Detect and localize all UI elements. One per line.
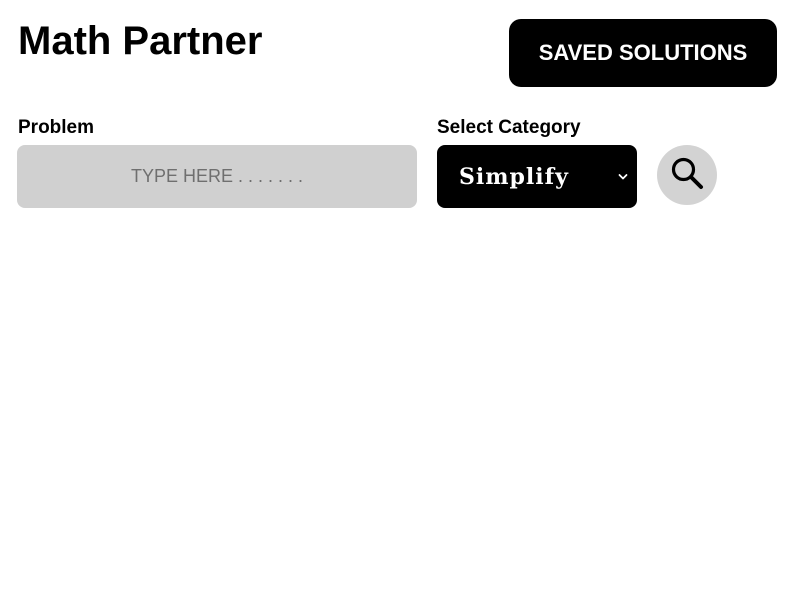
app-root: Math Partner SAVED SOLUTIONS Problem Sel… — [0, 0, 787, 597]
search-icon — [670, 156, 704, 195]
problem-input[interactable] — [17, 145, 417, 208]
category-label: Select Category — [437, 117, 581, 138]
chevron-down-icon — [617, 171, 629, 183]
problem-label: Problem — [18, 117, 95, 138]
category-selected-value: Simplify — [459, 163, 569, 190]
page-title: Math Partner — [18, 19, 263, 63]
search-button[interactable] — [657, 145, 717, 205]
category-select[interactable]: Simplify — [437, 145, 637, 208]
saved-solutions-button[interactable]: SAVED SOLUTIONS — [509, 19, 777, 87]
